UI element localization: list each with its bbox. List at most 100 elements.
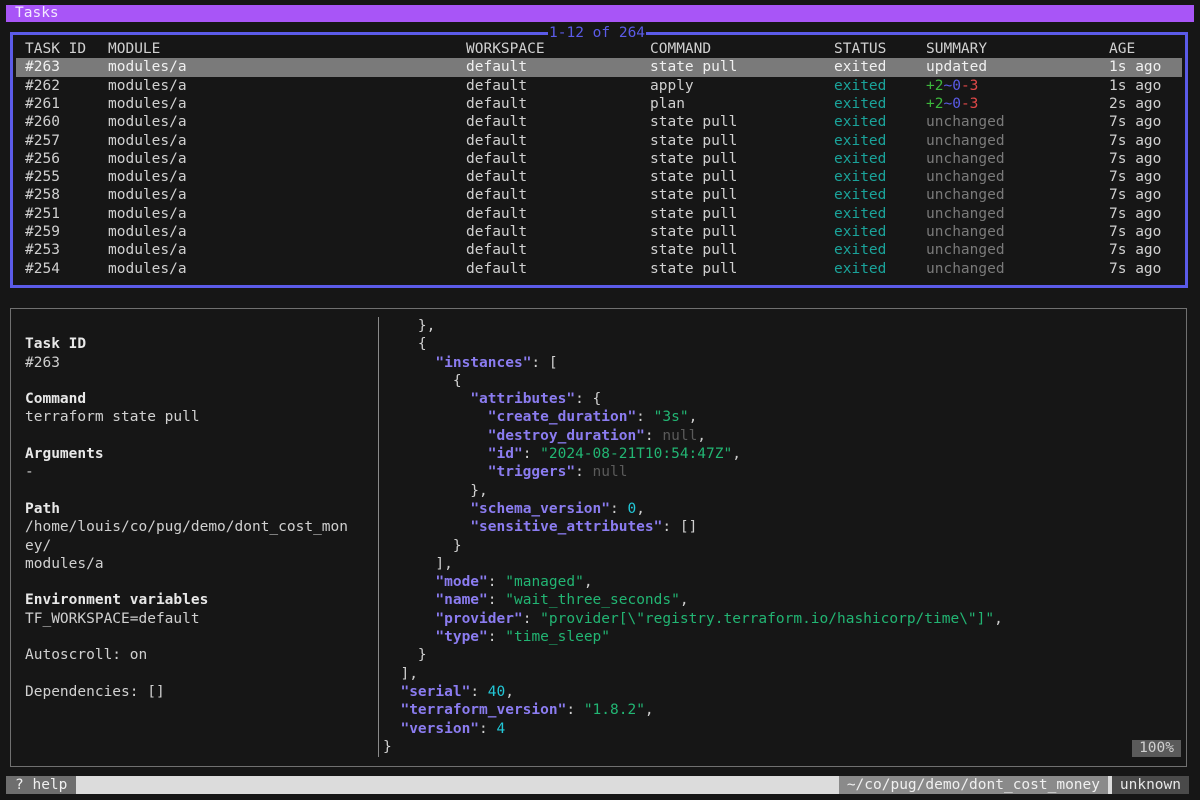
cell-workspace: default (466, 169, 528, 186)
column-header-workspace[interactable]: WORKSPACE (466, 40, 545, 58)
table-row[interactable]: #259 modules/a default state pull exited unch… (16, 223, 1182, 241)
json-punct: : (479, 720, 497, 737)
json-key: "schema_version" (470, 500, 610, 517)
json-key: "version" (400, 720, 480, 737)
output-line: ], (383, 665, 1163, 683)
tasks-table: 1-12 of 264 TASK ID MODULE WORKSPACE COM… (10, 24, 1188, 288)
cell-status: exited (834, 95, 887, 112)
table-row[interactable]: #263 modules/a default state pull exited upda… (16, 58, 1182, 77)
cell-status: exited (834, 59, 887, 76)
json-number: 40 (487, 683, 506, 700)
cell-task-id: #262 (25, 77, 60, 94)
path-value-line-3: modules/a (25, 555, 104, 572)
table-header: TASK ID MODULE WORKSPACE COMMAND STATUS … (16, 40, 1182, 58)
title-bar: Tasks (6, 5, 1194, 22)
cell-summary: unchanged (926, 169, 1005, 186)
table-row[interactable]: #251 modules/a default state pull exited unch… (16, 205, 1182, 223)
json-punct (383, 391, 470, 407)
cell-command: state pull (650, 132, 738, 149)
json-punct: , (688, 409, 698, 426)
json-string: "time_sleep" (505, 629, 611, 646)
page-title: Tasks (15, 5, 59, 21)
cell-summary: unchanged (926, 224, 1005, 240)
path-value-line-1: /home/louis/co/pug/demo/dont_cost_mon (25, 519, 349, 536)
json-punct: , (583, 574, 593, 591)
table-row[interactable]: #254 modules/a default state pull exited unch… (16, 260, 1182, 278)
cell-summary: updated (926, 59, 988, 76)
table-row[interactable]: #257 modules/a default state pull exited unch… (16, 132, 1182, 150)
help-hint[interactable]: ? help (6, 776, 77, 794)
env-label: Environment variables (25, 592, 209, 609)
arguments-value: - (25, 464, 34, 481)
path-value-line-2: ey/ (25, 537, 52, 554)
cell-age: 7s ago (1109, 169, 1162, 186)
column-header-task-id[interactable]: TASK ID (25, 40, 86, 58)
column-header-age[interactable]: AGE (1109, 40, 1135, 58)
autoscroll-status[interactable]: Autoscroll: on (25, 646, 375, 664)
cell-status: exited (834, 187, 887, 204)
column-header-module[interactable]: MODULE (108, 40, 160, 58)
json-key: "instances" (435, 354, 532, 371)
json-key: "destroy_duration" (487, 427, 645, 444)
cell-module: modules/a (108, 260, 187, 277)
command-value: terraform state pull (25, 409, 200, 426)
cell-workspace: default (466, 260, 528, 277)
cell-age: 7s ago (1109, 224, 1162, 240)
table-row[interactable]: #262 modules/a default apply exited +2~0-3 1s … (16, 77, 1182, 95)
column-header-command[interactable]: COMMAND (650, 40, 711, 58)
path-label: Path (25, 500, 60, 517)
cell-task-id: #256 (25, 150, 60, 167)
cell-summary: unchanged (926, 205, 1005, 222)
output-line: }, (383, 482, 1163, 500)
output-line: "instances": [ (383, 354, 1163, 372)
json-punct: ], (383, 665, 418, 682)
table-row[interactable]: #255 modules/a default state pull exited unch… (16, 168, 1182, 186)
json-string: "3s" (653, 409, 689, 426)
cell-module: modules/a (108, 224, 187, 240)
cell-status: exited (834, 150, 887, 167)
cell-command: state pull (650, 260, 738, 277)
output-line: "version": 4 (383, 720, 1163, 738)
json-string: "1.8.2" (583, 702, 645, 719)
json-punct (383, 464, 488, 480)
json-punct (383, 629, 435, 645)
cell-workspace: default (466, 224, 528, 240)
json-punct: : (575, 464, 593, 481)
json-punct: : [ (531, 354, 558, 371)
env-value: TF_WORKSPACE=default (25, 610, 200, 627)
pane-divider[interactable] (378, 317, 379, 757)
task-output[interactable]: }, { "instances": [ { "attributes": { "c… (383, 317, 1163, 756)
column-header-summary[interactable]: SUMMARY (926, 40, 987, 58)
task-id-label: Task ID (25, 336, 87, 353)
output-line: "triggers": null (383, 463, 1163, 481)
table-row[interactable]: #253 modules/a default state pull exited unch… (16, 241, 1182, 259)
json-punct: }, (383, 318, 436, 334)
cell-age: 2s ago (1109, 95, 1162, 112)
json-punct (383, 721, 400, 737)
table-row[interactable]: #260 modules/a default state pull exited unch… (16, 113, 1182, 131)
cell-status: exited (834, 132, 887, 149)
json-punct: : (522, 610, 541, 627)
table-row[interactable]: #258 modules/a default state pull exited unch… (16, 186, 1182, 204)
output-line: "type": "time_sleep" (383, 628, 1163, 646)
table-row[interactable]: #261 modules/a default plan exited +2~0-3 2s a… (16, 95, 1182, 113)
output-line: "name": "wait_three_seconds", (383, 591, 1163, 609)
table-row[interactable]: #256 modules/a default state pull exited unch… (16, 150, 1182, 168)
json-key: "id" (487, 446, 523, 463)
json-key: "sensitive_attributes" (470, 519, 663, 536)
json-punct: : (610, 500, 628, 517)
cell-workspace: default (466, 132, 528, 149)
cell-age: 7s ago (1109, 132, 1162, 149)
cell-status: exited (834, 260, 887, 277)
output-line: "serial": 40, (383, 683, 1163, 701)
json-punct: , (697, 427, 707, 444)
json-string: "provider[\"registry.terraform.io/hashic… (540, 610, 995, 627)
json-null: null (662, 427, 698, 444)
cell-command: apply (650, 77, 694, 94)
output-line: "create_duration": "3s", (383, 408, 1163, 426)
json-number: 4 (496, 720, 506, 737)
column-header-status[interactable]: STATUS (834, 40, 886, 58)
cell-module: modules/a (108, 132, 187, 149)
json-punct (383, 446, 488, 462)
json-punct (383, 611, 435, 627)
